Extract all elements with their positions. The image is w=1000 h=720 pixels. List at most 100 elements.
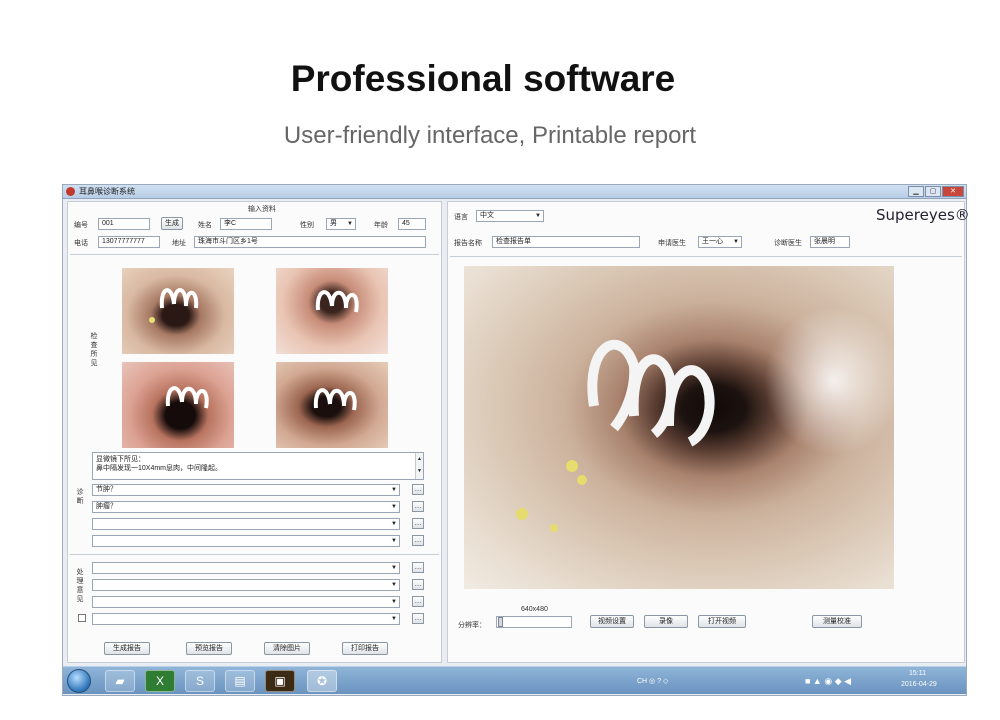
report-name-label: 报告名称 xyxy=(454,240,482,247)
tray-status: CH ◎ ? ◇ xyxy=(637,678,669,685)
chevron-down-icon: ▼ xyxy=(391,599,397,605)
thumbnail-3[interactable] xyxy=(122,362,234,448)
language-label: 语言 xyxy=(454,214,468,221)
diagnosis-select-2[interactable]: 肿瘤？ ▼ xyxy=(92,501,400,513)
findings-line-1: 显微镜下所见： xyxy=(96,456,145,463)
requesting-doctor-select[interactable]: 王一心 ▼ xyxy=(698,236,742,248)
thumbnail-2[interactable] xyxy=(276,268,388,354)
treatment-select-3[interactable]: ▼ xyxy=(92,596,400,608)
excel-icon[interactable]: X xyxy=(145,670,175,692)
minimize-button[interactable]: ▁ xyxy=(908,186,924,197)
clear-images-button[interactable]: 清除图片 xyxy=(264,642,310,655)
generate-button[interactable]: 生成 xyxy=(161,217,183,230)
close-button[interactable]: ✕ xyxy=(942,186,964,197)
record-button[interactable]: 录像 xyxy=(644,615,688,628)
section-title: 输入资料 xyxy=(248,206,276,213)
diagnosis-select-1[interactable]: 节肿？ ▼ xyxy=(92,484,400,496)
page: Professional software User-friendly inte… xyxy=(0,0,1000,720)
diagnosing-doctor-field[interactable]: 张晨明 xyxy=(810,236,850,248)
chevron-down-icon: ▼ xyxy=(391,582,397,588)
chevron-down-icon: ▼ xyxy=(391,616,397,622)
hero-subtitle: User-friendly interface, Printable repor… xyxy=(283,122,697,149)
treatment-edit-button-1[interactable]: … xyxy=(412,562,424,573)
title-bar: 耳鼻喉诊断系统 ▁ ▢ ✕ xyxy=(63,185,966,199)
address-field[interactable]: 珠海市斗门区乡1号 xyxy=(194,236,426,248)
treatment-checkbox[interactable] xyxy=(78,614,86,622)
chevron-down-icon: ▼ xyxy=(733,239,739,245)
diagnosis-edit-button-1[interactable]: … xyxy=(412,484,424,495)
clock-time: 15:11 xyxy=(909,670,926,677)
clock-date: 2016-04-29 xyxy=(901,681,937,688)
treatment-select-1[interactable]: ▼ xyxy=(92,562,400,574)
diagnosis-edit-button-3[interactable]: … xyxy=(412,518,424,529)
diagnosis-edit-button-2[interactable]: … xyxy=(412,501,424,512)
chevron-down-icon: ▼ xyxy=(391,521,397,527)
divider xyxy=(70,254,439,255)
diagnosis-select-3[interactable]: ▼ xyxy=(92,518,400,530)
diagnosis-select-4[interactable]: ▼ xyxy=(92,535,400,547)
open-video-button[interactable]: 打开视频 xyxy=(698,615,746,628)
treatment-select-4[interactable]: ▼ xyxy=(92,613,400,625)
slider-handle[interactable] xyxy=(498,617,503,627)
requesting-doctor-label: 申请医生 xyxy=(658,240,686,247)
age-field[interactable]: 45 xyxy=(398,218,426,230)
findings-textarea[interactable]: 显微镜下所见： 鼻中隔发现一10X4mm息肉，中间隆起。 ▲ ▼ xyxy=(92,452,424,480)
skype-icon[interactable]: S xyxy=(185,670,215,692)
chevron-down-icon: ▼ xyxy=(391,504,397,510)
generate-report-button[interactable]: 生成报告 xyxy=(104,642,150,655)
live-video-view[interactable] xyxy=(464,266,894,589)
findings-scrollbar[interactable]: ▲ ▼ xyxy=(415,453,423,479)
windows-taskbar: ▰ X S ▤ ▣ ✪ CH ◎ ? ◇ ■ ▲ ◉ ◆ ◀ 15:11 201… xyxy=(63,666,966,694)
treatment-label: 处理意见 xyxy=(76,569,84,603)
diagnosis-label: 诊断 xyxy=(76,489,84,505)
window-title: 耳鼻喉诊断系统 xyxy=(79,187,135,196)
thumbnail-1[interactable] xyxy=(122,268,234,354)
phone-field[interactable]: 13077777777 xyxy=(98,236,160,248)
brand-logo: Supereyes® xyxy=(876,206,970,224)
gender-select[interactable]: 男 ▼ xyxy=(326,218,356,230)
divider xyxy=(70,554,439,555)
exam-label: 检查所见 xyxy=(90,333,98,367)
video-settings-button[interactable]: 视频设置 xyxy=(590,615,634,628)
treatment-edit-button-3[interactable]: … xyxy=(412,596,424,607)
chevron-down-icon: ▼ xyxy=(347,221,353,227)
maximize-button[interactable]: ▢ xyxy=(925,186,941,197)
treatment-select-2[interactable]: ▼ xyxy=(92,579,400,591)
patient-panel: 输入资料 编号 001 生成 姓名 李C 性别 男 ▼ 年龄 45 电话 130… xyxy=(67,201,442,663)
resolution-slider[interactable] xyxy=(496,616,572,628)
window-controls: ▁ ▢ ✕ xyxy=(908,186,964,197)
gender-label: 性别 xyxy=(300,222,314,229)
explorer-icon[interactable]: ▤ xyxy=(225,670,255,692)
findings-line-2: 鼻中隔发现一10X4mm息肉，中间隆起。 xyxy=(96,465,223,472)
media-icon[interactable]: ▣ xyxy=(265,670,295,692)
diagnosing-doctor-label: 诊断医生 xyxy=(774,240,802,247)
divider xyxy=(450,256,962,257)
resolution-value: 640x480 xyxy=(521,606,548,613)
chevron-down-icon: ▼ xyxy=(391,565,397,571)
treatment-edit-button-4[interactable]: … xyxy=(412,613,424,624)
treatment-edit-button-2[interactable]: … xyxy=(412,579,424,590)
name-field[interactable]: 李C xyxy=(220,218,272,230)
report-name-field[interactable]: 检查报告单 xyxy=(492,236,640,248)
windows-start-icon[interactable] xyxy=(67,669,91,693)
phone-label: 电话 xyxy=(74,240,88,247)
measure-calibrate-button[interactable]: 测量校准 xyxy=(812,615,862,628)
chevron-down-icon: ▼ xyxy=(391,487,397,493)
resolution-label: 分辨率： xyxy=(458,622,486,629)
thumbnail-4[interactable] xyxy=(276,362,388,448)
diagnosis-edit-button-4[interactable]: … xyxy=(412,535,424,546)
language-select[interactable]: 中文 ▼ xyxy=(476,210,544,222)
hero-title: Professional software xyxy=(290,58,676,99)
print-report-button[interactable]: 打印报告 xyxy=(342,642,388,655)
requesting-doctor-value: 王一心 xyxy=(702,238,723,245)
app-logo-icon xyxy=(66,187,75,196)
id-field[interactable]: 001 xyxy=(98,218,150,230)
chevron-down-icon: ▼ xyxy=(535,213,541,219)
language-value: 中文 xyxy=(480,212,494,219)
folder-icon[interactable]: ▰ xyxy=(105,670,135,692)
id-label: 编号 xyxy=(74,222,88,229)
tray-icons: ■ ▲ ◉ ◆ ◀ xyxy=(805,676,852,686)
app-icon[interactable]: ✪ xyxy=(307,670,337,692)
preview-report-button[interactable]: 预览报告 xyxy=(186,642,232,655)
chevron-down-icon: ▼ xyxy=(391,538,397,544)
